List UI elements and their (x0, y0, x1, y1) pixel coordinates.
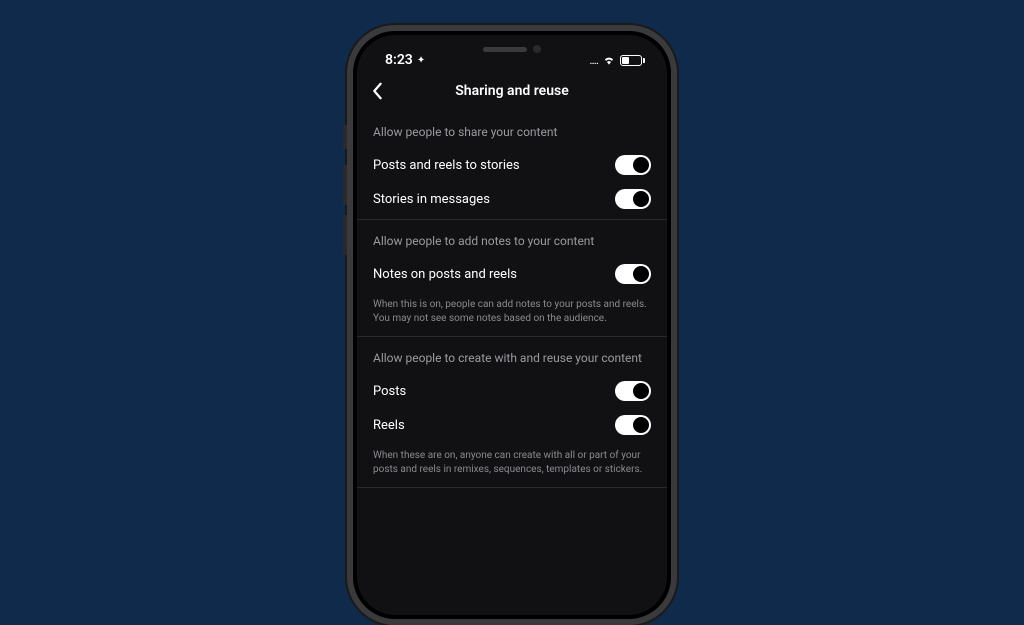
section-description: When these are on, anyone can create wit… (373, 449, 651, 477)
battery-level: 33 (627, 56, 635, 64)
toggle-knob (633, 266, 649, 282)
section-share: Allow people to share your content Posts… (357, 111, 667, 220)
status-bar: 8:23 ✦ .... 33 (357, 35, 667, 75)
setting-notes-posts-reels: Notes on posts and reels (373, 264, 651, 284)
location-icon: ✦ (417, 55, 425, 66)
status-left: 8:23 ✦ (385, 52, 425, 68)
status-time: 8:23 (385, 52, 413, 68)
toggle-knob (633, 191, 649, 207)
toggle-notes-posts-reels[interactable] (615, 264, 651, 284)
phone-notch (483, 45, 541, 53)
setting-posts-reels-stories: Posts and reels to stories (373, 155, 651, 175)
toggle-posts-reels-stories[interactable] (615, 155, 651, 175)
setting-label: Notes on posts and reels (373, 267, 517, 282)
toggle-stories-messages[interactable] (615, 189, 651, 209)
setting-stories-messages: Stories in messages (373, 189, 651, 209)
battery-icon: 33 (620, 55, 645, 66)
toggle-knob (633, 383, 649, 399)
setting-label: Stories in messages (373, 192, 490, 207)
side-button (343, 125, 347, 149)
status-right: .... 33 (589, 53, 645, 67)
setting-label: Posts and reels to stories (373, 158, 520, 173)
toggle-reels[interactable] (615, 415, 651, 435)
back-button[interactable] (371, 82, 383, 100)
volume-down-button (343, 215, 347, 255)
section-header: Allow people to add notes to your conten… (373, 234, 651, 248)
signal-icon: .... (589, 53, 598, 67)
setting-label: Reels (373, 418, 405, 433)
setting-label: Posts (373, 384, 406, 399)
wifi-icon (602, 53, 616, 67)
header-bar: Sharing and reuse (357, 75, 667, 111)
speaker (483, 47, 527, 52)
setting-posts: Posts (373, 381, 651, 401)
volume-up-button (343, 165, 347, 205)
phone-inner: 8:23 ✦ .... 33 (353, 31, 671, 619)
camera-icon (533, 45, 541, 53)
toggle-knob (633, 157, 649, 173)
settings-content[interactable]: Allow people to share your content Posts… (357, 111, 667, 601)
setting-reels: Reels (373, 415, 651, 435)
phone-frame: 8:23 ✦ .... 33 (347, 25, 677, 625)
section-header: Allow people to create with and reuse yo… (373, 351, 651, 365)
section-description: When this is on, people can add notes to… (373, 298, 651, 326)
page-title: Sharing and reuse (371, 83, 653, 99)
section-reuse: Allow people to create with and reuse yo… (357, 337, 667, 488)
chevron-left-icon (371, 82, 383, 100)
section-header: Allow people to share your content (373, 125, 651, 139)
toggle-posts[interactable] (615, 381, 651, 401)
toggle-knob (633, 417, 649, 433)
phone-screen: 8:23 ✦ .... 33 (357, 35, 667, 615)
section-notes: Allow people to add notes to your conten… (357, 220, 667, 337)
